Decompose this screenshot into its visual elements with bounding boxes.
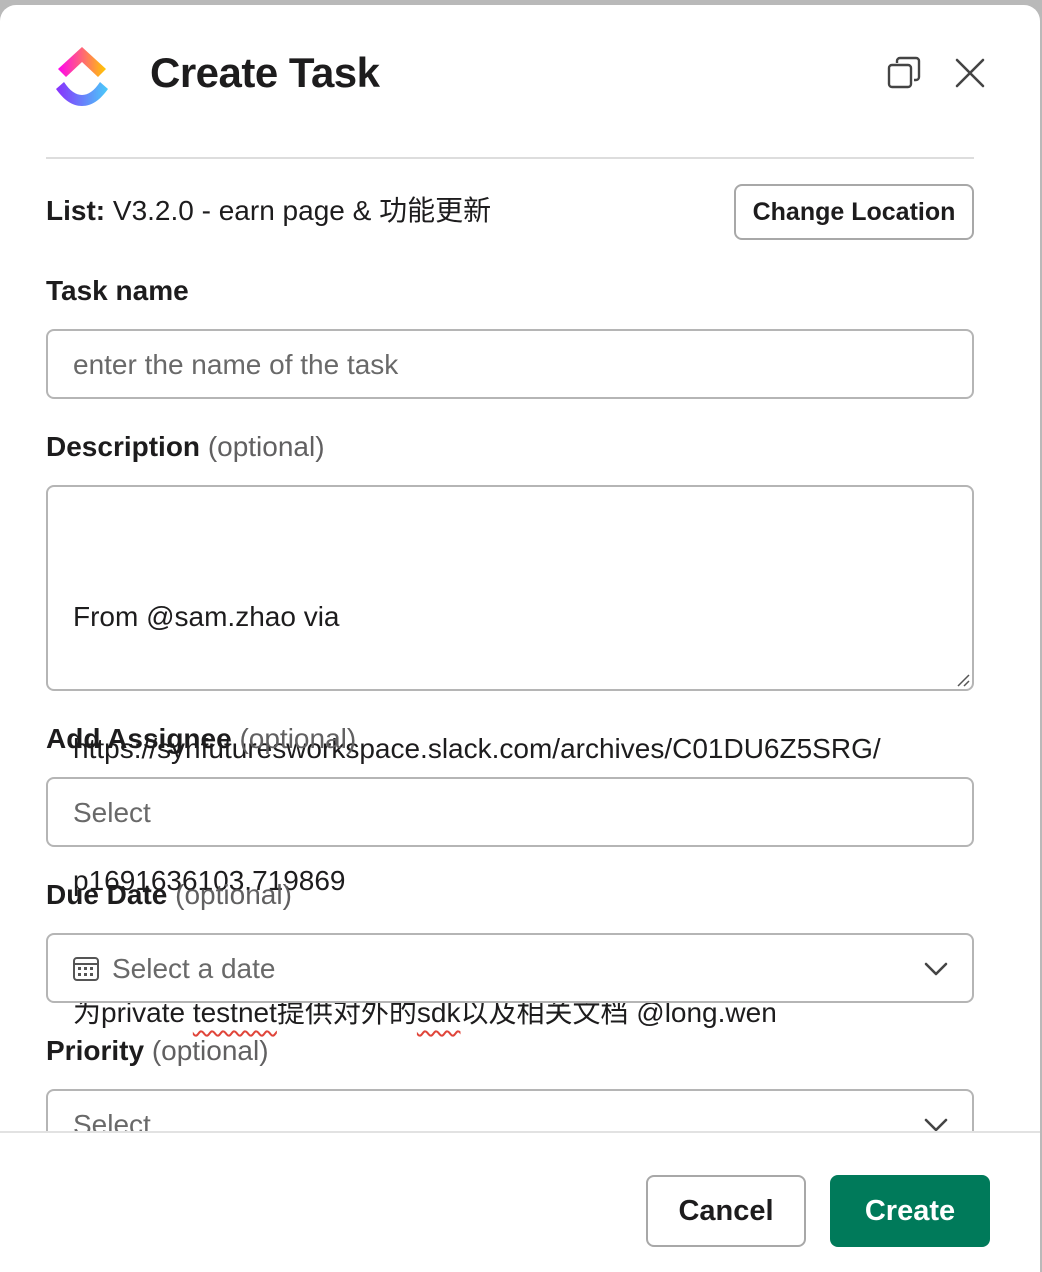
- task-name-input[interactable]: enter the name of the task: [46, 329, 974, 399]
- due-date-placeholder: Select a date: [112, 953, 276, 984]
- priority-label: Priority (optional): [46, 1035, 269, 1067]
- assignee-placeholder: Select: [73, 797, 151, 828]
- modal-title: Create Task: [150, 49, 380, 96]
- form-body[interactable]: List: V3.2.0 - earn page & 功能更新 Change L…: [0, 159, 1040, 1131]
- calendar-icon: [73, 957, 99, 981]
- description-label: Description (optional): [46, 431, 325, 463]
- task-name-label: Task name: [46, 275, 189, 307]
- due-date-label-text: Due Date: [46, 879, 168, 910]
- modal-footer: Cancel Create: [0, 1131, 1040, 1272]
- task-name-placeholder: enter the name of the task: [73, 349, 399, 380]
- chevron-down-icon: [924, 1118, 948, 1131]
- list-value: V3.2.0 - earn page & 功能更新: [112, 195, 492, 226]
- description-optional: (optional): [207, 431, 325, 462]
- due-date-label: Due Date (optional): [46, 879, 292, 911]
- description-textarea[interactable]: From @sam.zhao via https://synfutureswor…: [46, 485, 974, 1028]
- list-location: List: V3.2.0 - earn page & 功能更新: [46, 189, 491, 229]
- resize-grip-icon[interactable]: [954, 671, 970, 687]
- priority-optional: (optional): [151, 1035, 269, 1066]
- due-date-optional: (optional): [175, 879, 292, 910]
- priority-select[interactable]: Select: [46, 1089, 974, 1131]
- clickup-logo-icon: [56, 47, 108, 106]
- task-name-label-text: Task name: [46, 275, 189, 306]
- description-label-text: Description: [46, 431, 201, 462]
- close-icon[interactable]: [950, 53, 990, 93]
- list-prefix: List:: [46, 195, 106, 226]
- priority-label-text: Priority: [46, 1035, 145, 1066]
- modal-header: Create Task: [0, 5, 1040, 155]
- change-location-button[interactable]: Change Location: [734, 184, 974, 240]
- cancel-button[interactable]: Cancel: [646, 1175, 806, 1247]
- assignee-optional: (optional): [239, 723, 357, 754]
- popout-window-icon[interactable]: [884, 53, 924, 93]
- create-button[interactable]: Create: [830, 1175, 990, 1247]
- chevron-down-icon: [924, 962, 948, 976]
- due-date-picker[interactable]: Select a date: [46, 933, 974, 1003]
- description-line: From @sam.zhao via: [73, 601, 340, 632]
- assignee-label-text: Add Assignee: [46, 723, 232, 754]
- assignee-select[interactable]: Select: [46, 777, 974, 847]
- assignee-label: Add Assignee (optional): [46, 723, 356, 755]
- create-task-modal: Create Task List: V3.2.0 - earn page & 功…: [0, 5, 1040, 1272]
- priority-placeholder: Select: [73, 1109, 151, 1131]
